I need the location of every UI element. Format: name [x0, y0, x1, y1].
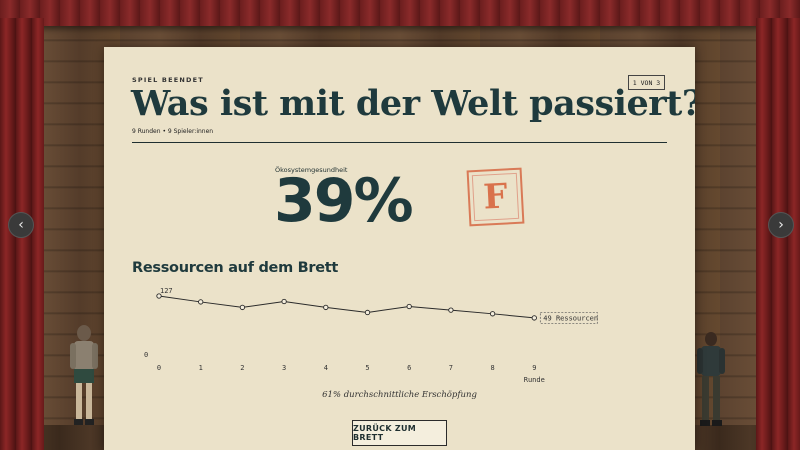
data-point — [239, 304, 246, 311]
x-tick-label: 8 — [490, 364, 494, 372]
y-axis-zero-label: 0 — [144, 351, 148, 359]
x-tick-label: 1 — [199, 364, 203, 372]
x-tick-label: 4 — [324, 364, 328, 372]
data-point — [489, 311, 496, 317]
x-tick-label: 9 — [532, 364, 536, 372]
series-line — [158, 295, 535, 319]
chevron-right-icon: › — [778, 217, 784, 233]
data-point — [198, 299, 204, 305]
data-point — [323, 304, 329, 311]
data-point — [406, 303, 412, 310]
data-point — [281, 298, 287, 305]
start-value-label: 127 — [160, 287, 173, 295]
player-figure-left — [70, 325, 98, 425]
x-tick-label: 6 — [407, 364, 411, 372]
data-point — [531, 315, 537, 321]
average-depletion-summary: 61% durchschnittliche Erschöpfung — [322, 390, 477, 400]
curtain-valance — [0, 0, 800, 26]
previous-page-button[interactable]: ‹ — [8, 212, 34, 238]
data-point — [364, 309, 371, 316]
player-figure-right — [697, 332, 725, 426]
x-tick-label: 2 — [240, 364, 244, 372]
end-value-label: 49 Ressourcen — [543, 314, 598, 322]
x-tick-label: 3 — [282, 364, 286, 372]
x-tick-label: 7 — [449, 364, 453, 372]
x-tick-label: 0 — [157, 364, 161, 372]
game-summary-card: SPIEL BEENDET 1 VON 3 Was ist mit der We… — [104, 47, 695, 450]
back-to-board-button[interactable]: ZURÜCK ZUM BRETT — [352, 420, 447, 446]
data-point — [448, 307, 454, 313]
chevron-left-icon: ‹ — [18, 217, 24, 233]
next-page-button[interactable]: › — [768, 212, 794, 238]
x-axis-label: Runde — [524, 376, 545, 384]
x-tick-label: 5 — [365, 364, 369, 372]
